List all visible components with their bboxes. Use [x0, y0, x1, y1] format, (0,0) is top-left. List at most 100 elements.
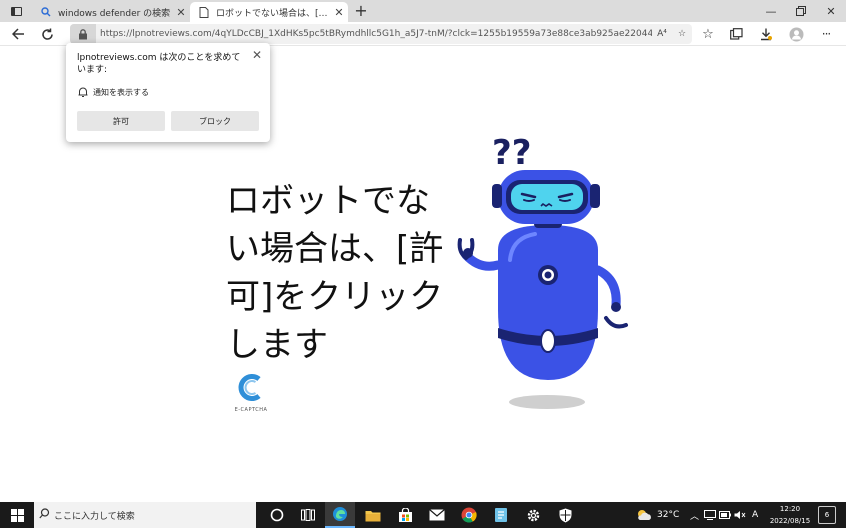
lock-icon: [79, 28, 87, 39]
notification-count: 6: [824, 511, 830, 519]
taskbar-app-chrome[interactable]: [454, 502, 484, 528]
taskbar-clock[interactable]: 12:20 2022/08/15: [765, 503, 815, 527]
settings-menu-button[interactable]: ···: [816, 24, 836, 44]
taskbar-app-explorer[interactable]: [358, 502, 388, 528]
battery-icon: [719, 511, 731, 519]
taskbar-app-editor[interactable]: [486, 502, 516, 528]
robot-ear-right: [590, 184, 600, 208]
task-view-button[interactable]: [293, 502, 323, 528]
headline-line: ロボットでな: [226, 181, 430, 221]
clock-time: 12:20: [779, 505, 801, 513]
folder-icon: [365, 510, 381, 521]
search-icon: [40, 6, 52, 18]
avatar-icon: [789, 27, 803, 41]
block-button[interactable]: ブロック: [171, 111, 259, 131]
more-dots-icon: ···: [821, 27, 832, 41]
shield-icon: [559, 508, 571, 522]
notepad-icon: [495, 508, 507, 522]
taskbar-app-mail[interactable]: [422, 502, 452, 528]
arrow-left-icon: [11, 28, 24, 40]
downloads-button[interactable]: [756, 24, 776, 44]
search-placeholder: ここに入力して検索: [54, 511, 135, 522]
windows-logo-icon: [10, 508, 24, 522]
ime-mode-text: A: [752, 510, 759, 520]
tab-current-page[interactable]: ロボットでない場合は、[許可]をクリッ ✕: [190, 2, 348, 22]
taskbar-app-store[interactable]: [390, 502, 420, 528]
headline: ロボットでな い場合は、[許 可]をクリック します: [226, 177, 444, 369]
weather-widget[interactable]: 32°C: [636, 502, 679, 528]
url-text: https://lpnotreviews.com/4qYLDcCBJ_1XdHK…: [100, 29, 652, 39]
device-icon: [704, 510, 716, 520]
address-bar[interactable]: https://lpnotreviews.com/4qYLDcCBJ_1XdHK…: [70, 24, 692, 44]
cortana-icon: [270, 508, 284, 522]
ecaptcha-logo: E-CAPTCHA: [228, 372, 274, 413]
download-icon: [761, 28, 772, 40]
profile-button[interactable]: [786, 24, 806, 44]
close-window-button[interactable]: ✕: [816, 2, 846, 20]
refresh-button[interactable]: [37, 24, 57, 44]
edge-icon: [333, 507, 347, 521]
permission-request: 通知を表示する: [77, 86, 149, 98]
notification-center-button[interactable]: 6: [818, 506, 836, 524]
clock-date: 2022/08/15: [769, 517, 811, 525]
favorites-button[interactable]: ☆: [698, 24, 718, 44]
popup-title: lpnotreviews.com は次のことを求めています:: [77, 53, 241, 75]
start-button[interactable]: [0, 502, 34, 528]
minimize-button[interactable]: —: [756, 2, 786, 20]
tray-overflow-button[interactable]: ︿: [690, 502, 699, 528]
headline-line: 可]をクリック: [226, 277, 444, 317]
bell-icon: [78, 87, 88, 97]
permission-text: 通知を表示する: [93, 87, 149, 97]
volume-mute-icon: [734, 511, 746, 519]
task-view-icon: [301, 509, 315, 521]
tray-icon-volume[interactable]: [734, 502, 746, 528]
close-icon[interactable]: ✕: [252, 48, 262, 62]
gear-icon: [527, 509, 539, 521]
allow-button[interactable]: 許可: [77, 111, 165, 131]
tab-search[interactable]: windows defender の検索 ✕: [32, 2, 190, 22]
taskbar-app-security[interactable]: [550, 502, 580, 528]
tray-icon-battery[interactable]: [719, 502, 731, 528]
question-marks: ??: [492, 133, 531, 173]
ime-indicator[interactable]: A: [752, 502, 758, 528]
robot-right-claw: [604, 316, 628, 329]
robot-waist-light: [540, 329, 556, 353]
robot-ear-left: [492, 184, 502, 208]
mail-icon: [429, 509, 445, 521]
page-icon: [198, 6, 210, 18]
back-button[interactable]: [8, 24, 28, 44]
favorites-star-icon: ☆: [702, 26, 714, 42]
windows-taskbar: ここに入力して検索 32°C ︿ A 12:20 2022/08/15 6: [0, 502, 846, 528]
search-icon: [34, 508, 54, 522]
robot-shadow: [509, 395, 585, 409]
robot-illustration: ??: [457, 133, 628, 409]
taskbar-search-box[interactable]: ここに入力して検索: [34, 502, 256, 528]
tab-title: windows defender の検索: [58, 8, 171, 19]
site-info-button[interactable]: [70, 24, 96, 44]
tab-title: ロボットでない場合は、[許可]をクリッ: [216, 8, 330, 19]
maximize-button[interactable]: [786, 2, 816, 20]
chevron-up-icon: ︿: [690, 511, 700, 522]
collections-button[interactable]: [726, 24, 746, 44]
refresh-icon: [41, 28, 53, 40]
weather-temp: 32°C: [657, 510, 680, 520]
taskbar-app-settings[interactable]: [518, 502, 548, 528]
tray-icon-network-status[interactable]: [704, 502, 716, 528]
chrome-icon: [461, 507, 477, 523]
tab-actions-icon: [10, 6, 22, 16]
taskbar-app-edge[interactable]: [325, 502, 355, 528]
headline-line: します: [226, 325, 328, 365]
captcha-c-icon: [238, 374, 261, 401]
collections-icon: [729, 28, 743, 40]
read-aloud-icon[interactable]: A⁴: [652, 29, 672, 39]
headline-line: い場合は、[許: [226, 229, 444, 269]
store-icon: [398, 507, 412, 522]
new-tab-button[interactable]: +: [352, 2, 370, 20]
close-icon[interactable]: ✕: [330, 6, 348, 19]
tab-strip: windows defender の検索 ✕ ロボットでない場合は、[許可]をク…: [0, 0, 846, 22]
close-icon[interactable]: ✕: [172, 6, 190, 19]
tab-actions-button[interactable]: [6, 3, 26, 19]
cortana-button[interactable]: [262, 502, 292, 528]
captcha-label: E-CAPTCHA: [234, 407, 268, 413]
add-favorite-icon[interactable]: ☆: [672, 29, 692, 39]
